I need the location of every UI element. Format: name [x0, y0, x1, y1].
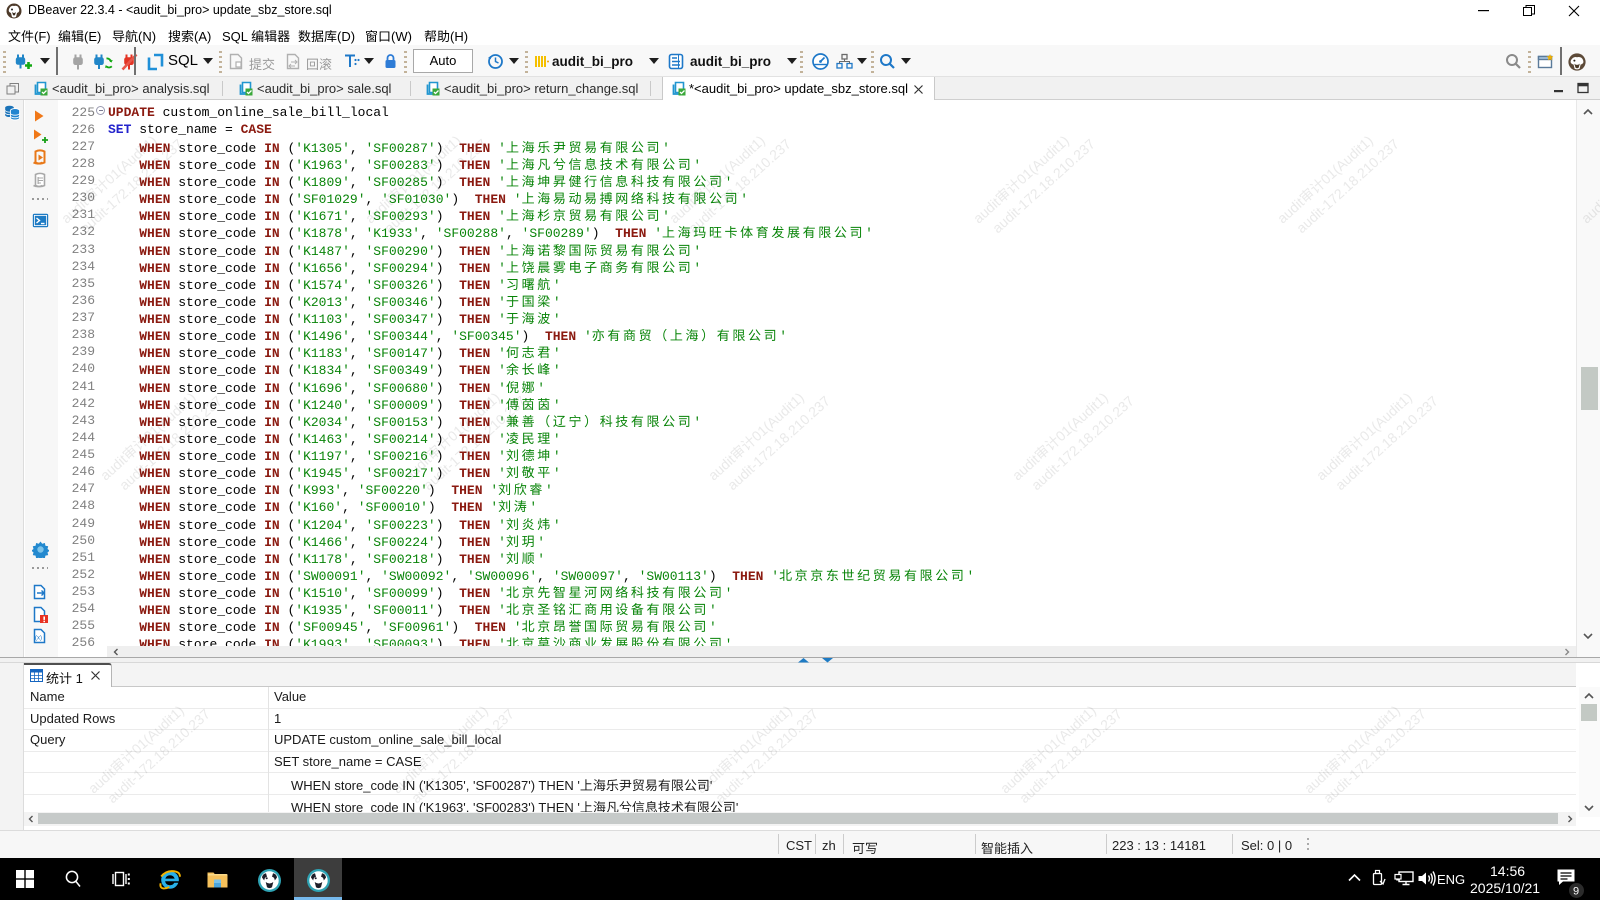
- svg-text:9: 9: [1573, 886, 1579, 898]
- svg-text:(x): (x): [35, 636, 42, 642]
